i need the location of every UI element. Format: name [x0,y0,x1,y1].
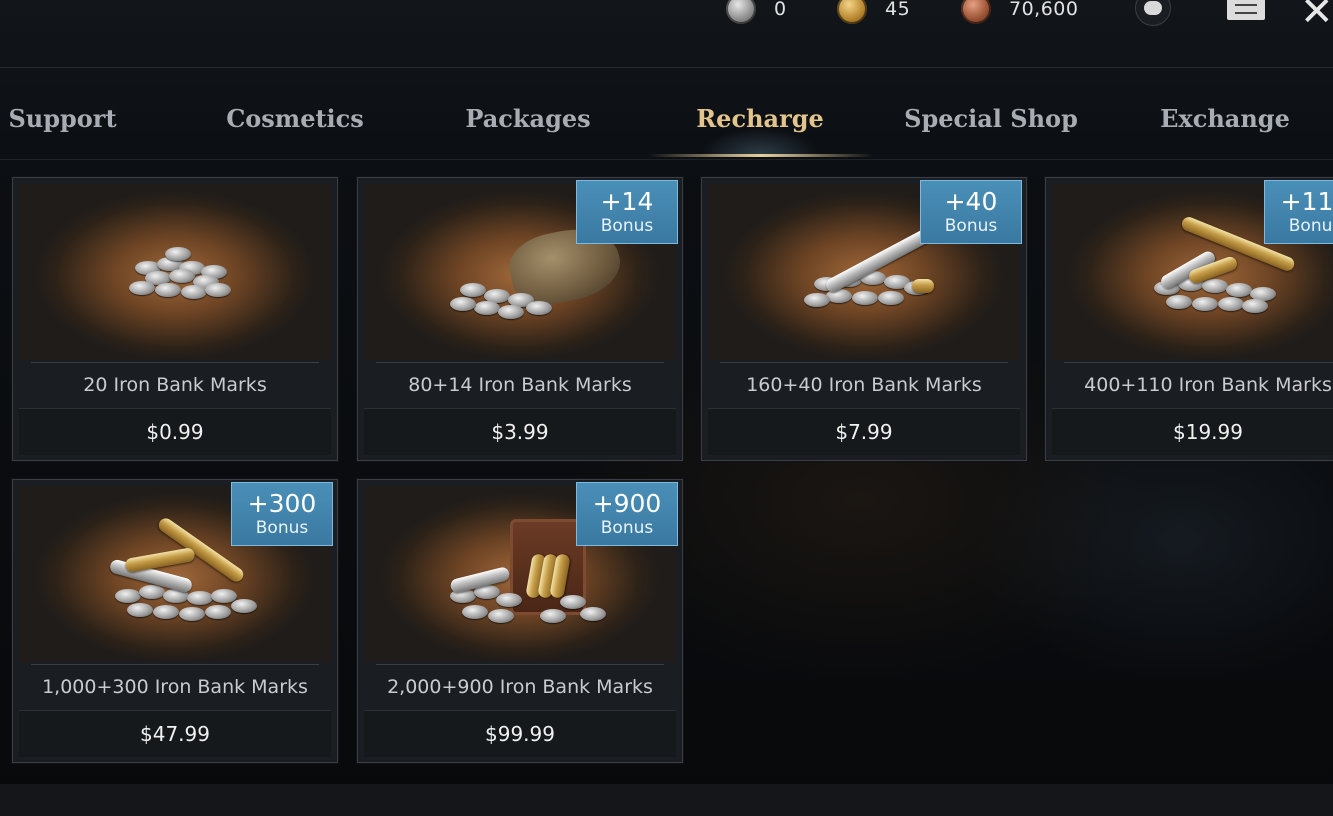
product-name: 2,000+900 Iron Bank Marks [387,676,653,698]
bonus-badge: +110 Bonus [1264,180,1333,244]
product-card[interactable]: +40 Bonus 160+40 Iron Bank Marks $7.99 [700,176,1028,462]
bonus-amount: +40 [944,187,998,216]
cash-icon [1135,0,1171,26]
product-price: $7.99 [835,420,893,444]
product-card[interactable]: +900 Bonus 2,000+900 Iron Bank Marks $99… [356,478,684,764]
active-tab-glow [700,128,820,156]
divider [0,67,1333,68]
tab-special-shop[interactable]: Special Shop [886,88,1096,148]
bonus-label: Bonus [600,518,654,538]
ticket-icon [1227,0,1265,20]
bonus-amount: +900 [592,489,662,518]
bonus-amount: +300 [247,489,317,518]
bonus-badge: +900 Bonus [576,482,678,546]
product-price: $0.99 [146,420,204,444]
divider [0,159,1333,160]
tab-cosmetics[interactable]: Cosmetics [200,88,390,148]
product-name: 400+110 Iron Bank Marks [1084,374,1332,396]
bonus-badge: +14 Bonus [576,180,678,244]
product-price: $3.99 [491,420,549,444]
product-price: $99.99 [485,722,555,746]
close-icon[interactable]: ✕ [1300,0,1333,32]
ticket-button[interactable] [1227,0,1265,22]
tab-packages[interactable]: Packages [433,88,623,148]
currency-value: 70,600 [1009,0,1079,20]
currency-value: 0 [774,0,787,20]
currency-value: 45 [885,0,911,20]
product-card[interactable]: +300 Bonus 1,000+300 Iron Bank Marks $47… [11,478,339,764]
currency-bar: 0 45 70,600 ✕ [0,0,1333,68]
silver-coin-icon [726,0,756,24]
active-tab-indicator [648,154,874,157]
product-name: 80+14 Iron Bank Marks [408,374,632,396]
bonus-label: Bonus [1288,216,1333,236]
bonus-label: Bonus [600,216,654,236]
marks-20-image [19,184,331,360]
bronze-coin-icon [961,0,991,24]
bonus-amount: +14 [600,187,654,216]
product-name: 1,000+300 Iron Bank Marks [42,676,308,698]
product-price: $19.99 [1173,420,1243,444]
bonus-badge: +40 Bonus [920,180,1022,244]
product-card[interactable]: 20 Iron Bank Marks $0.99 [11,176,339,462]
tab-exchange[interactable]: Exchange [1130,88,1320,148]
bonus-label: Bonus [255,518,309,538]
currency-gold: 45 [837,0,910,24]
bonus-badge: +300 Bonus [231,482,333,546]
product-price: $47.99 [140,722,210,746]
shop-tabs: Support Cosmetics Packages Recharge Spec… [0,88,1333,158]
cash-button[interactable] [1134,0,1172,26]
product-name: 160+40 Iron Bank Marks [746,374,982,396]
product-name: 20 Iron Bank Marks [83,374,267,396]
product-card[interactable]: +110 Bonus 400+110 Iron Bank Marks $19.9… [1044,176,1333,462]
store-screen: 0 45 70,600 ✕ Support Cosmetics Packages… [0,0,1333,816]
bonus-label: Bonus [944,216,998,236]
gold-coin-icon [837,0,867,24]
product-card[interactable]: +14 Bonus 80+14 Iron Bank Marks $3.99 [356,176,684,462]
tab-support[interactable]: Support [0,88,125,148]
currency-silver: 0 [726,0,787,24]
bonus-amount: +110 [1280,187,1333,216]
currency-bronze: 70,600 [961,0,1078,24]
